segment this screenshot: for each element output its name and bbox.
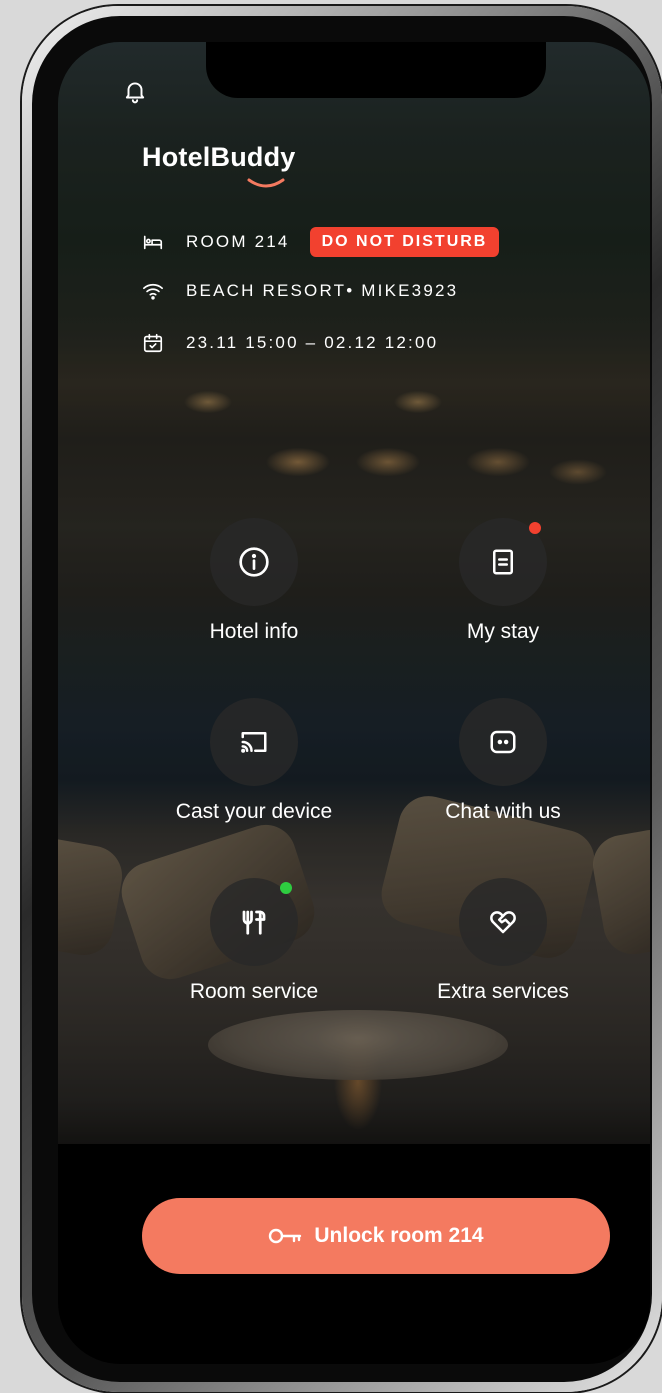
tile-my-stay-circle[interactable] [459, 518, 547, 606]
brand-logo-suffix: y [280, 142, 296, 172]
tile-hotel-info-circle[interactable] [210, 518, 298, 606]
brand-logo-prefix: HotelBu [142, 142, 247, 172]
tile-room-service[interactable]: Room service [144, 878, 364, 1004]
do-not-disturb-badge[interactable]: DO NOT DISTURB [309, 227, 500, 257]
page: HotelBuddy ROOM 214 DO NOT DISTURB BEACH… [0, 0, 662, 1393]
unlock-room-label: Unlock room 214 [314, 1224, 484, 1247]
tile-hotel-info[interactable]: Hotel info [144, 518, 364, 644]
tile-cast-device-circle[interactable] [210, 698, 298, 786]
notification-dot [280, 882, 292, 894]
tile-chat-with-us[interactable]: Chat with us [393, 698, 613, 824]
wifi-row: BEACH RESORT• MIKE3923 [142, 275, 458, 307]
chat-bot-icon [490, 730, 516, 754]
tile-extra-services[interactable]: Extra services [393, 878, 613, 1004]
phone-screen: HotelBuddy ROOM 214 DO NOT DISTURB BEACH… [58, 42, 650, 1364]
room-label: ROOM 214 [186, 232, 290, 251]
tile-room-service-circle[interactable] [210, 878, 298, 966]
tile-label: Extra services [437, 980, 569, 1003]
wifi-label: BEACH RESORT• MIKE3923 [186, 281, 459, 300]
phone-notch [206, 42, 546, 98]
phone-frame: HotelBuddy ROOM 214 DO NOT DISTURB BEACH… [22, 6, 662, 1392]
brand-logo: HotelBuddy [142, 142, 296, 188]
tile-cast-device[interactable]: Cast your device [144, 698, 364, 824]
key-icon [269, 1228, 302, 1244]
wifi-icon [143, 283, 163, 300]
info-icon [239, 547, 269, 577]
brand-smile-icon [247, 178, 285, 188]
tile-label: My stay [466, 620, 540, 643]
cutlery-icon [242, 910, 266, 935]
document-icon [493, 549, 513, 575]
tile-my-stay[interactable]: My stay [393, 518, 613, 644]
heart-handshake-icon [490, 911, 516, 934]
unlock-room-button[interactable]: Unlock room 214 [142, 1198, 610, 1274]
tile-label: Room service [189, 980, 319, 1003]
dates-label: 23.11 15:00 – 02.12 12:00 [186, 333, 439, 352]
bell-icon[interactable] [122, 78, 148, 104]
brand-logo-highlight: dd [246, 142, 281, 172]
room-row: ROOM 214 DO NOT DISTURB [142, 226, 500, 258]
tile-label: Cast your device [175, 800, 333, 823]
calendar-icon [143, 333, 163, 353]
bed-icon [143, 235, 163, 250]
notification-dot [529, 522, 541, 534]
tile-label: Hotel info [209, 620, 299, 643]
tile-label: Chat with us [445, 800, 561, 823]
cast-icon [241, 732, 267, 753]
tile-chat-with-us-circle[interactable] [459, 698, 547, 786]
tile-extra-services-circle[interactable] [459, 878, 547, 966]
dates-row: 23.11 15:00 – 02.12 12:00 [142, 327, 438, 359]
